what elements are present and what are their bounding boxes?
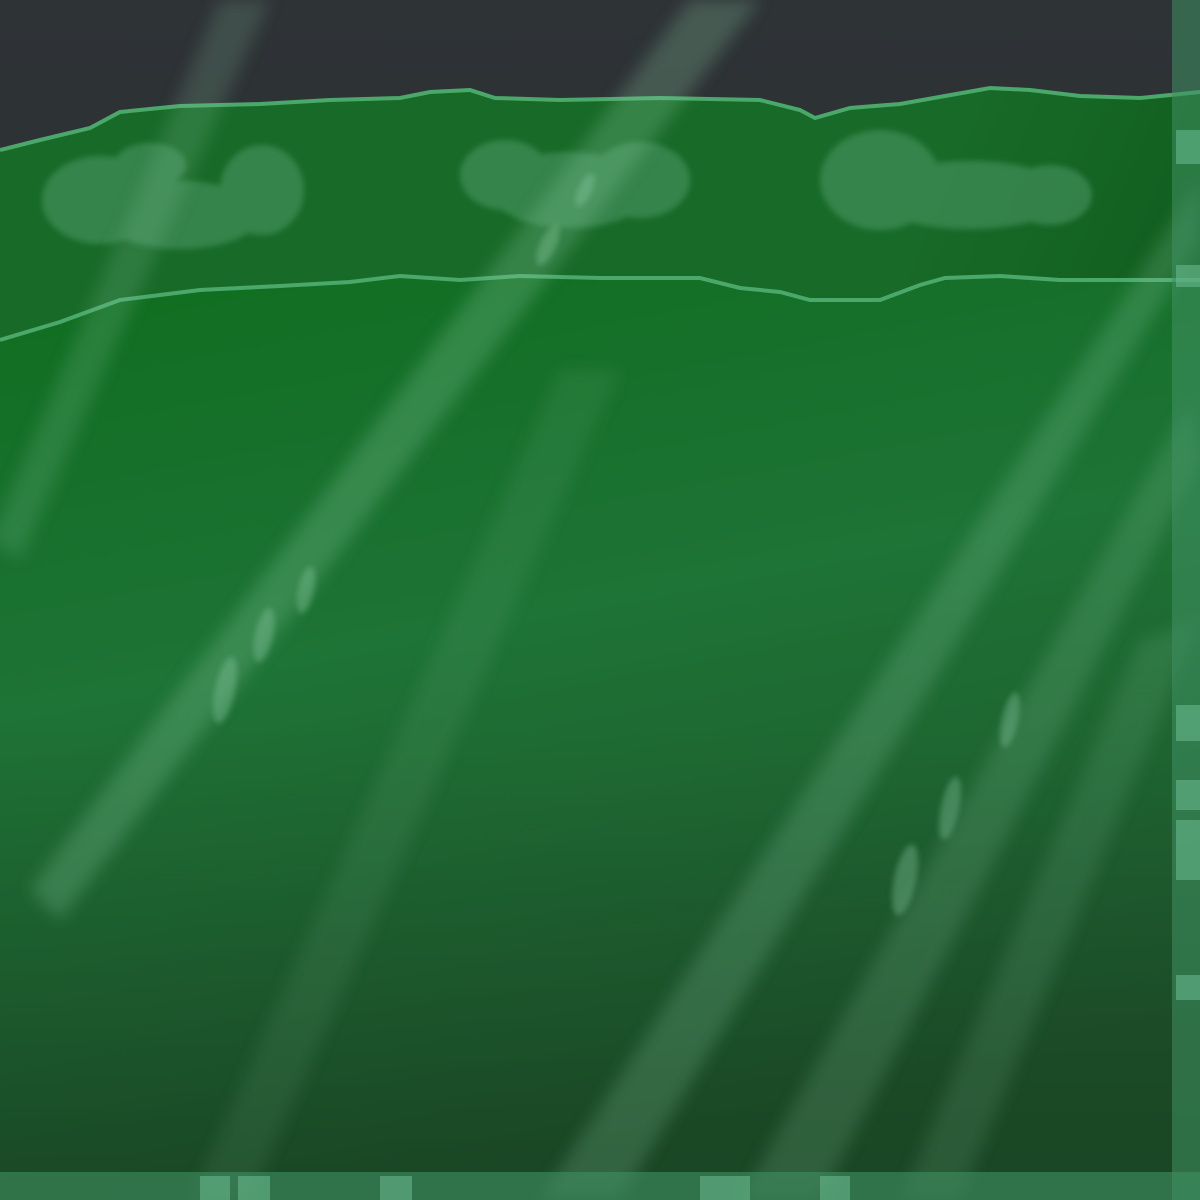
right-border-frame — [1172, 0, 1200, 1200]
game-backdrop — [0, 0, 1200, 1200]
bottom-border-frame — [0, 1172, 1200, 1200]
border-tile — [200, 1176, 230, 1200]
border-tile — [1176, 975, 1200, 1000]
border-tile — [1176, 705, 1200, 741]
border-tile — [700, 1176, 750, 1200]
border-tile — [1176, 130, 1200, 164]
backdrop-canvas — [0, 0, 1200, 1200]
border-tile — [1176, 265, 1200, 287]
border-tile — [1176, 820, 1200, 880]
border-tile — [380, 1176, 412, 1200]
border-tile — [238, 1176, 270, 1200]
border-tile — [1176, 780, 1200, 810]
border-tile — [820, 1176, 850, 1200]
